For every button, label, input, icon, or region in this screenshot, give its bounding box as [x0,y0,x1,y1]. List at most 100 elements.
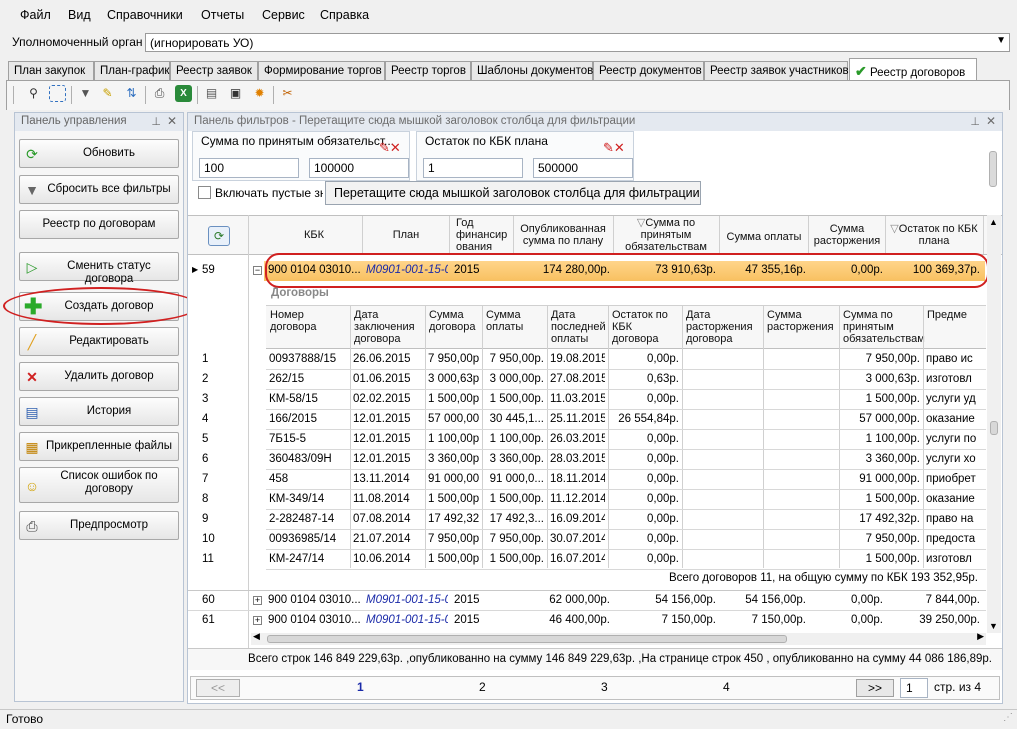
collapse-icon[interactable]: − [253,266,262,275]
detail-cell: КМ-247/14 [269,553,325,565]
tab-docs-registry[interactable]: Реестр документов [593,61,704,81]
edit-button[interactable]: ╱ Редактировать [19,327,179,356]
errors-list-button[interactable]: ☺ Список ошибок по договору [19,467,179,503]
filter-accepted-sum-to[interactable]: 100000 [309,158,409,178]
contracts-registry-button[interactable]: Реестр по договорам [19,210,179,239]
change-status-button[interactable]: ▷ Сменить статус договора [19,252,179,285]
tab-plan-schedule[interactable]: План-график [94,61,170,81]
detail-cell: 19.08.2015 [550,353,605,365]
detail-cell: 360483/09Н [269,453,332,465]
next-page-button[interactable]: >> [856,679,894,697]
filter-kbk-rest-from[interactable]: 1 [423,158,523,178]
export-icon[interactable]: ▤ [203,85,220,102]
col-kbk-rest[interactable]: ▽Остаток по КБК плана [886,223,982,247]
tab-participant-requests[interactable]: Реестр заявок участников [704,61,849,81]
clear-filter-icon[interactable]: ✎ [99,85,116,102]
save-icon[interactable]: ▣ [227,85,244,102]
history-button[interactable]: ▤ История [19,397,179,426]
tab-requests-registry[interactable]: Реестр заявок [170,61,258,81]
col-last-payment-date[interactable]: Дата последней оплаты [551,309,606,345]
detail-cell: 16.09.2014 [550,513,605,525]
close-icon[interactable]: ✕ [167,114,177,128]
menu-directories[interactable]: Справочники [107,8,183,22]
col-contract-sum[interactable]: Сумма договора [429,309,480,333]
col-kbk-contract-rest[interactable]: Остаток по КБК договора [612,309,680,345]
row-divider [266,549,986,550]
refresh-button[interactable]: ⟳ Обновить [19,139,179,168]
vertical-scrollbar[interactable]: ▲ ▼ [987,215,1001,633]
page-input[interactable]: 1 [900,678,928,698]
col-conclusion-date[interactable]: Дата заключения договора [354,309,423,345]
tab-tender-forming[interactable]: Формирование торгов [258,61,385,81]
org-select[interactable]: (игнорировать УО) ▼ [145,33,1010,52]
menu-service[interactable]: Сервис [262,8,305,22]
page-4[interactable]: 4 [723,680,730,694]
prev-page-button[interactable]: << [196,679,240,697]
refresh-grid-icon[interactable]: ⟳ [208,226,230,246]
attached-files-button[interactable]: ▦ Прикрепленные файлы [19,432,179,461]
filter-icon[interactable]: ▼ [77,85,94,102]
detail-cell: оказание [926,413,975,425]
close-icon[interactable]: ✕ [986,114,996,128]
menu-reports[interactable]: Отчеты [201,8,244,22]
print-icon[interactable]: ⎙ [151,85,168,102]
expand-icon[interactable]: + [253,596,262,605]
col-subject[interactable]: Предме [927,309,981,321]
tab-contracts-registry[interactable]: ✔ Реестр договоров [849,58,977,81]
horizontal-scrollbar[interactable]: ◀ ▶ [251,631,986,645]
col-payment-sum[interactable]: Сумма оплаты [486,309,545,333]
delete-contract-button[interactable]: ✕ Удалить договор [19,362,179,391]
tab-purchase-plan[interactable]: План закупок [8,61,94,81]
filter-kbk-rest-to[interactable]: 500000 [533,158,633,178]
select-icon[interactable] [49,85,66,102]
menu-help[interactable]: Справка [320,8,369,22]
sort-icon[interactable]: ⇅ [123,85,140,102]
menu-file[interactable]: Файл [20,8,51,22]
detail-cell: 91 000,00р. [859,473,920,485]
menu-view[interactable]: Вид [68,8,91,22]
col-termination-date[interactable]: Дата расторжения договора [686,309,761,345]
include-empty-checkbox[interactable] [198,186,211,199]
col-termination-sum[interactable]: Сумма расторжения [767,309,837,333]
preview-button[interactable]: ⎙ Предпросмотр [19,511,179,540]
page-1[interactable]: 1 [357,680,364,694]
reset-filters-button[interactable]: ▼ Сбросить все фильтры [19,175,179,204]
filter-scrollbar[interactable] [988,147,998,197]
pin-icon[interactable]: ⊥ [970,115,980,128]
col-contract-number[interactable]: Номер договора [270,309,348,333]
row-divider [266,469,986,470]
tools-icon[interactable]: ✂ [279,85,296,102]
pin-icon[interactable]: ⊥ [151,115,161,128]
expand-icon[interactable]: + [253,616,262,625]
zoom-icon[interactable]: ⚲ [25,85,42,102]
col-accepted-obligations[interactable]: Сумма по принятым обязательствам [843,309,925,345]
eraser-icon[interactable]: ✎✕ [603,140,625,156]
tab-tenders-registry[interactable]: Реестр торгов [385,61,471,81]
detail-cell: 3 000,63р. [428,373,479,385]
settings-icon[interactable]: ✹ [251,85,268,102]
row-number: 7 [202,473,209,485]
col-kbk[interactable]: КБК [266,229,362,241]
col-accepted[interactable]: ▽Сумма по принятым обязательствам [614,217,718,253]
cell-plan-link[interactable]: M0901-001-15-0 [366,594,448,606]
page-count-label: стр. из 4 [934,680,982,694]
detail-cell: 0,00р. [647,453,679,465]
excel-icon[interactable]: X [175,85,192,102]
page-3[interactable]: 3 [601,680,608,694]
resize-grip-icon[interactable]: ⋰ [1003,712,1013,723]
tab-doc-templates[interactable]: Шаблоны документов [471,61,593,81]
eraser-icon[interactable]: ✎✕ [379,140,401,156]
filter-accepted-sum-from[interactable]: 100 [199,158,299,178]
detail-cell: 1 100,00р. [865,433,920,445]
col-paid[interactable]: Сумма оплаты [720,231,808,243]
tab-strip: План закупок План-график Реестр заявок Ф… [0,58,1017,81]
col-plan[interactable]: План [363,229,449,241]
row-indicator-icon: ▶ [192,265,199,274]
chevron-down-icon[interactable]: ▼ [996,35,1006,46]
cell-plan-link[interactable]: M0901-001-15-0 [366,614,448,626]
col-year[interactable]: Год финансир ования [450,217,512,253]
col-terminated[interactable]: Сумма расторжения [809,223,885,247]
row-number: 6 [202,453,209,465]
page-2[interactable]: 2 [479,680,486,694]
col-published[interactable]: Опубликованная сумма по плану [514,223,612,247]
